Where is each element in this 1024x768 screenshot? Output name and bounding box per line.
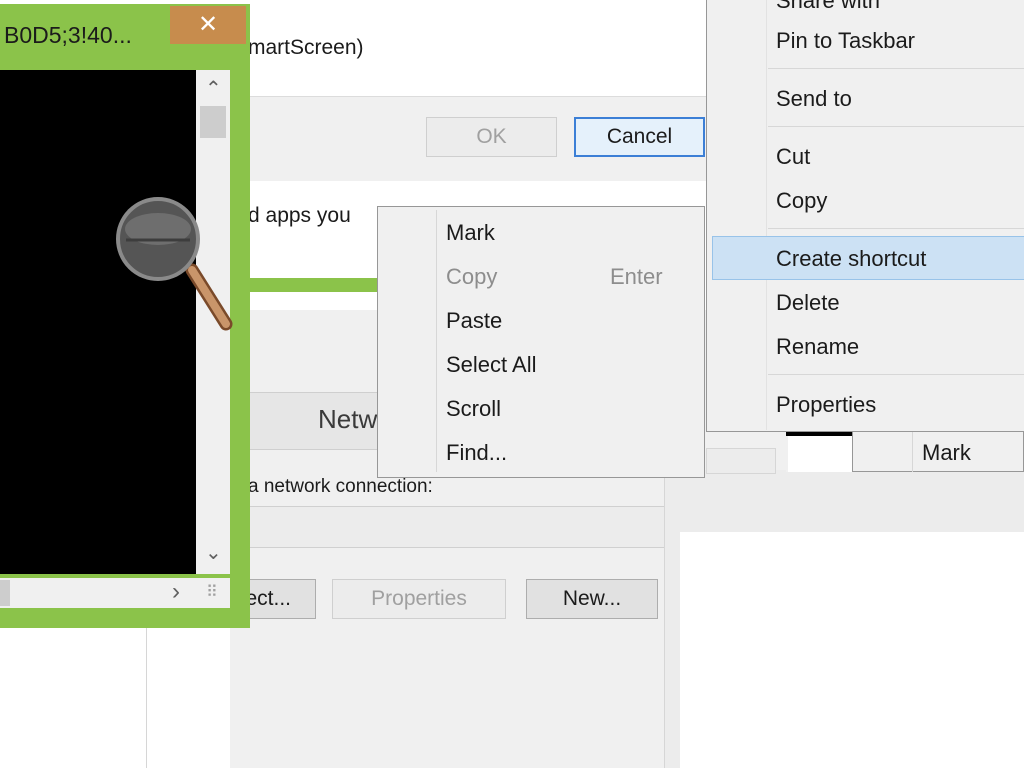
console-menu-copy-shortcut: Enter bbox=[610, 264, 663, 289]
menu-separator bbox=[768, 228, 1024, 229]
menu-separator bbox=[768, 126, 1024, 127]
menu-item-cut[interactable]: Cut bbox=[776, 144, 810, 170]
properties-button[interactable]: Properties bbox=[332, 579, 506, 619]
horizontal-scrollbar[interactable]: › ⠿ bbox=[0, 578, 230, 608]
ok-button[interactable]: OK bbox=[426, 117, 557, 157]
vertical-scroll-thumb[interactable] bbox=[200, 106, 226, 138]
new-button[interactable]: New... bbox=[526, 579, 658, 619]
console-menu-paste[interactable]: Paste bbox=[446, 308, 502, 334]
menu-item-properties[interactable]: Properties bbox=[776, 392, 876, 418]
scroll-right-icon[interactable]: › bbox=[172, 578, 180, 606]
left-panel-edge bbox=[130, 628, 147, 768]
green-progress-strip bbox=[230, 278, 380, 292]
dialog-title-fragment: martScreen) bbox=[248, 36, 364, 59]
cancel-button[interactable]: Cancel bbox=[574, 117, 705, 157]
console-menu-find[interactable]: Find... bbox=[446, 440, 507, 466]
dialog-description-fragment: d apps you bbox=[248, 204, 351, 227]
explorer-white-pane bbox=[680, 532, 1024, 768]
lower-menu-white-box bbox=[788, 436, 852, 472]
resize-grip-icon[interactable]: ⠿ bbox=[206, 582, 218, 602]
network-heading-fragment: Netw bbox=[318, 404, 378, 434]
menu-item-create-shortcut[interactable]: Create shortcut bbox=[776, 246, 926, 272]
console-title: B0D5;3!40... bbox=[4, 22, 132, 48]
network-list-header bbox=[230, 506, 666, 548]
network-text-fragment: a network connection: bbox=[248, 476, 433, 497]
menu-item-pin-to-taskbar[interactable]: Pin to Taskbar bbox=[776, 28, 915, 54]
explorer-toolbar-box bbox=[706, 448, 776, 474]
console-menu-mark[interactable]: Mark bbox=[446, 220, 495, 246]
menu-separator bbox=[768, 374, 1024, 375]
menu-item-share-with[interactable]: Share with bbox=[776, 0, 880, 14]
magnifier-icon bbox=[116, 197, 233, 331]
menu-item-rename[interactable]: Rename bbox=[776, 334, 859, 360]
menu-item-delete[interactable]: Delete bbox=[776, 290, 840, 316]
horizontal-scroll-thumb[interactable] bbox=[0, 580, 10, 606]
scroll-up-icon[interactable]: ⌃ bbox=[205, 76, 222, 101]
console-menu-scroll[interactable]: Scroll bbox=[446, 396, 501, 422]
lower-menu-mark-item[interactable]: Mark bbox=[922, 440, 971, 466]
console-context-menu bbox=[377, 206, 705, 478]
console-menu-gutter bbox=[436, 210, 437, 472]
console-menu-select-all[interactable]: Select All bbox=[446, 352, 537, 378]
explorer-menu-gutter bbox=[766, 0, 767, 430]
scroll-down-icon[interactable]: ⌄ bbox=[205, 540, 222, 565]
console-menu-copy[interactable]: Copy bbox=[446, 264, 497, 290]
menu-item-copy[interactable]: Copy bbox=[776, 188, 827, 214]
menu-separator bbox=[768, 68, 1024, 69]
close-icon[interactable]: ✕ bbox=[170, 6, 246, 44]
menu-item-send-to[interactable]: Send to bbox=[776, 86, 852, 112]
lower-menu-gutter-line bbox=[912, 430, 913, 472]
explorer-context-menu bbox=[706, 0, 1024, 432]
